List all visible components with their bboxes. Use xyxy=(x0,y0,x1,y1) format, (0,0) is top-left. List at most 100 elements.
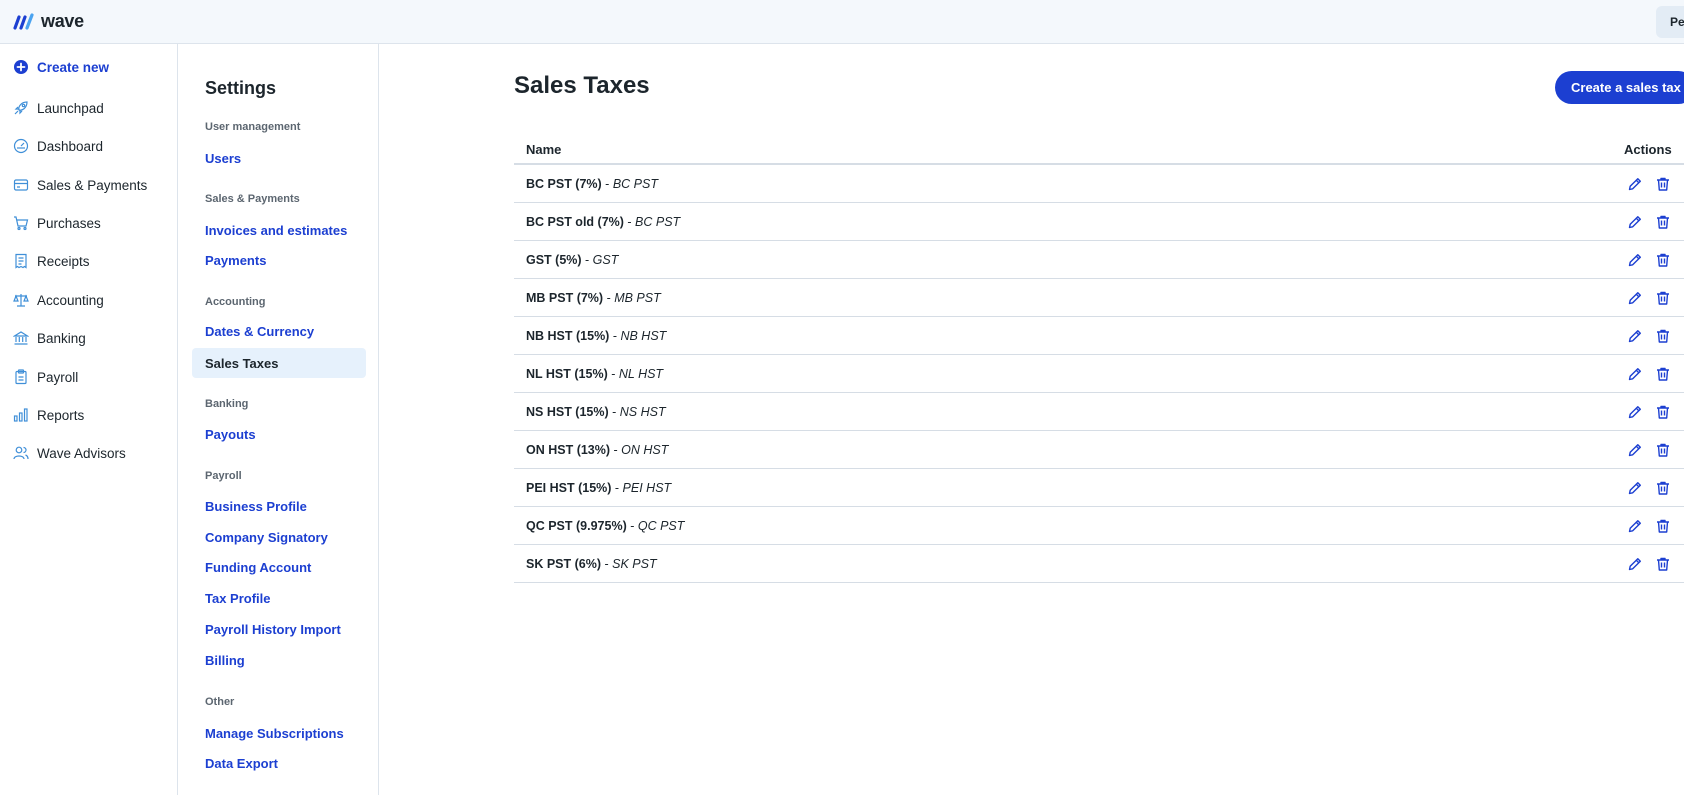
receipt-icon xyxy=(15,253,27,269)
settings-link-data-export[interactable]: Data Export xyxy=(205,756,278,771)
create-sales-tax-button[interactable]: Create a sales tax xyxy=(1555,71,1684,104)
people-icon xyxy=(13,446,29,460)
settings-link-invoices-estimates[interactable]: Invoices and estimates xyxy=(205,223,347,238)
section-label-payroll: Payroll xyxy=(205,470,242,482)
wave-logo[interactable]: wave xyxy=(13,11,84,32)
tax-separator: - xyxy=(623,215,636,229)
tax-abbreviation: ON HST xyxy=(621,443,669,457)
nav-item-dashboard[interactable]: Dashboard xyxy=(13,135,103,157)
trash-icon[interactable] xyxy=(1655,328,1671,344)
pencil-icon[interactable] xyxy=(1627,214,1643,230)
section-label-banking: Banking xyxy=(205,398,249,410)
tax-abbreviation: QC PST xyxy=(637,519,685,533)
table-row: BC PST old (7%) - BC PST xyxy=(514,203,1684,241)
trash-icon[interactable] xyxy=(1655,518,1671,534)
top-bar: wave Pe xyxy=(0,0,1684,44)
sales-taxes-table: Name Actions BC PST (7%) - BC PST BC PST… xyxy=(514,132,1684,583)
tax-name-cell: BC PST (7%) - BC PST xyxy=(526,177,658,191)
nav-item-banking[interactable]: Banking xyxy=(13,327,86,349)
tax-name-cell: NS HST (15%) - NS HST xyxy=(526,405,666,419)
pencil-icon[interactable] xyxy=(1627,480,1643,496)
nav-item-launchpad[interactable]: Launchpad xyxy=(13,97,104,119)
settings-link-billing[interactable]: Billing xyxy=(205,653,245,668)
settings-link-manage-subscriptions[interactable]: Manage Subscriptions xyxy=(205,726,344,741)
nav-item-payroll[interactable]: Payroll xyxy=(13,366,78,388)
nav-label: Receipts xyxy=(37,253,90,269)
settings-link-sales-taxes[interactable]: Sales Taxes xyxy=(192,348,366,378)
cart-icon xyxy=(14,216,29,231)
tax-abbreviation: NS HST xyxy=(619,405,666,419)
tax-abbreviation: PEI HST xyxy=(622,481,672,495)
pencil-icon[interactable] xyxy=(1627,442,1643,458)
pencil-icon[interactable] xyxy=(1627,328,1643,344)
tax-separator: - xyxy=(610,443,622,457)
table-row: NL HST (15%) - NL HST xyxy=(514,355,1684,393)
user-menu-button[interactable]: Pe xyxy=(1656,6,1684,38)
pencil-icon[interactable] xyxy=(1627,252,1643,268)
card-icon xyxy=(13,179,29,191)
pencil-icon[interactable] xyxy=(1627,518,1643,534)
tax-abbreviation: BC PST xyxy=(635,215,681,229)
trash-icon[interactable] xyxy=(1655,290,1671,306)
settings-link-tax-profile[interactable]: Tax Profile xyxy=(205,591,271,606)
trash-icon[interactable] xyxy=(1655,176,1671,192)
plus-circle-icon xyxy=(14,60,28,74)
tax-separator: - xyxy=(611,481,623,495)
pencil-icon[interactable] xyxy=(1627,176,1643,192)
bar-chart-icon xyxy=(13,408,28,422)
settings-link-payroll-history-import[interactable]: Payroll History Import xyxy=(205,622,341,637)
gauge-icon xyxy=(13,138,29,154)
trash-icon[interactable] xyxy=(1655,366,1671,382)
nav-item-wave-advisors[interactable]: Wave Advisors xyxy=(13,442,126,464)
nav-label: Launchpad xyxy=(37,100,104,116)
nav-item-accounting[interactable]: Accounting xyxy=(13,289,104,311)
tax-separator: - xyxy=(609,329,621,343)
table-row: PEI HST (15%) - PEI HST xyxy=(514,469,1684,507)
section-label-sales-payments: Sales & Payments xyxy=(205,193,300,205)
settings-link-payouts[interactable]: Payouts xyxy=(205,427,256,442)
settings-link-funding-account[interactable]: Funding Account xyxy=(205,560,311,575)
rocket-icon xyxy=(14,101,28,115)
nav-label: Purchases xyxy=(37,215,101,231)
nav-item-reports[interactable]: Reports xyxy=(13,404,84,426)
settings-link-dates-currency[interactable]: Dates & Currency xyxy=(205,324,314,339)
pencil-icon[interactable] xyxy=(1627,404,1643,420)
settings-link-users[interactable]: Users xyxy=(205,151,241,166)
nav-label: Banking xyxy=(37,330,86,346)
trash-icon[interactable] xyxy=(1655,214,1671,230)
bank-icon xyxy=(13,331,29,345)
tax-separator: - xyxy=(601,557,613,571)
trash-icon[interactable] xyxy=(1655,556,1671,572)
settings-link-business-profile[interactable]: Business Profile xyxy=(205,499,307,514)
tax-abbreviation: NL HST xyxy=(618,367,664,381)
create-new-button[interactable]: Create new xyxy=(13,56,109,78)
nav-item-purchases[interactable]: Purchases xyxy=(13,212,101,234)
tax-name-cell: PEI HST (15%) - PEI HST xyxy=(526,481,671,495)
section-label-other: Other xyxy=(205,696,235,708)
trash-icon[interactable] xyxy=(1655,442,1671,458)
pencil-icon[interactable] xyxy=(1627,556,1643,572)
tax-abbreviation: SK PST xyxy=(612,557,657,571)
tax-abbreviation: BC PST xyxy=(612,177,658,191)
nav-item-sales-payments[interactable]: Sales & Payments xyxy=(13,174,147,196)
table-row: BC PST (7%) - BC PST xyxy=(514,165,1684,203)
tax-abbreviation: GST xyxy=(592,253,619,267)
settings-link-company-signatory[interactable]: Company Signatory xyxy=(205,530,328,545)
tax-name-cell: ON HST (13%) - ON HST xyxy=(526,443,668,457)
trash-icon[interactable] xyxy=(1655,252,1671,268)
column-header-actions: Actions xyxy=(1624,142,1672,157)
nav-label: Reports xyxy=(37,407,85,423)
trash-icon[interactable] xyxy=(1655,480,1671,496)
pencil-icon[interactable] xyxy=(1627,290,1643,306)
logo-text: wave xyxy=(41,11,84,31)
tax-name: NB HST (15%) xyxy=(526,329,610,343)
settings-link-payments[interactable]: Payments xyxy=(205,253,266,268)
nav-label: Dashboard xyxy=(37,138,104,154)
pencil-icon[interactable] xyxy=(1627,366,1643,382)
nav-label: Sales & Payments xyxy=(37,177,148,193)
tax-separator: - xyxy=(608,405,620,419)
tax-name: GST (5%) xyxy=(526,253,582,267)
tax-name: SK PST (6%) xyxy=(526,557,602,571)
trash-icon[interactable] xyxy=(1655,404,1671,420)
nav-item-receipts[interactable]: Receipts xyxy=(13,250,90,272)
